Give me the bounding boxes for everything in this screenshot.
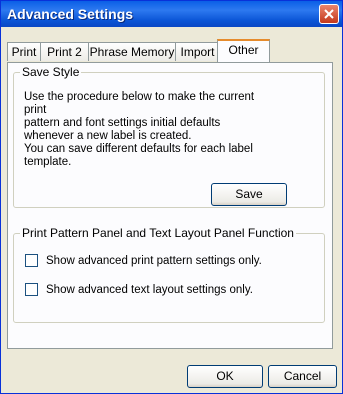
description-line: You can save different defaults for each… (24, 143, 253, 168)
tab-import[interactable]: Import (175, 42, 220, 61)
checkbox-label: Show advanced text layout settings only. (46, 283, 253, 296)
advanced-text-layout-option[interactable]: Show advanced text layout settings only. (25, 283, 253, 296)
advanced-settings-window: Advanced Settings Print Print 2 Phrase M… (0, 0, 343, 394)
close-icon (324, 9, 334, 19)
tab-other[interactable]: Other (217, 39, 270, 62)
panel-function-group: Print Pattern Panel and Text Layout Pane… (13, 226, 325, 323)
panel-function-legend: Print Pattern Panel and Text Layout Pane… (20, 226, 296, 240)
tab-print-2[interactable]: Print 2 (40, 42, 89, 61)
close-button[interactable] (319, 4, 339, 24)
description-line: pattern and font settings initial defaul… (24, 117, 221, 129)
save-style-group: Save Style Use the procedure below to ma… (13, 65, 325, 208)
window-title: Advanced Settings (7, 6, 134, 22)
title-bar[interactable]: Advanced Settings (1, 1, 342, 27)
cancel-button[interactable]: Cancel (268, 365, 337, 388)
save-button[interactable]: Save (211, 183, 287, 206)
tab-panel-other: Save Style Use the procedure below to ma… (7, 62, 333, 349)
tab-phrase-memory[interactable]: Phrase Memory (88, 42, 176, 61)
checkbox-label: Show advanced print pattern settings onl… (46, 254, 262, 267)
save-style-legend: Save Style (20, 65, 82, 79)
advanced-print-pattern-option[interactable]: Show advanced print pattern settings onl… (25, 254, 262, 267)
description-line: whenever a new label is created. (24, 130, 192, 142)
save-style-description: Use the procedure below to make the curr… (24, 91, 264, 169)
description-line: Use the procedure below to make the curr… (24, 91, 255, 116)
advanced-print-pattern-checkbox[interactable] (25, 254, 38, 267)
ok-button[interactable]: OK (187, 365, 263, 388)
tab-print[interactable]: Print (7, 42, 41, 61)
advanced-text-layout-checkbox[interactable] (25, 283, 38, 296)
